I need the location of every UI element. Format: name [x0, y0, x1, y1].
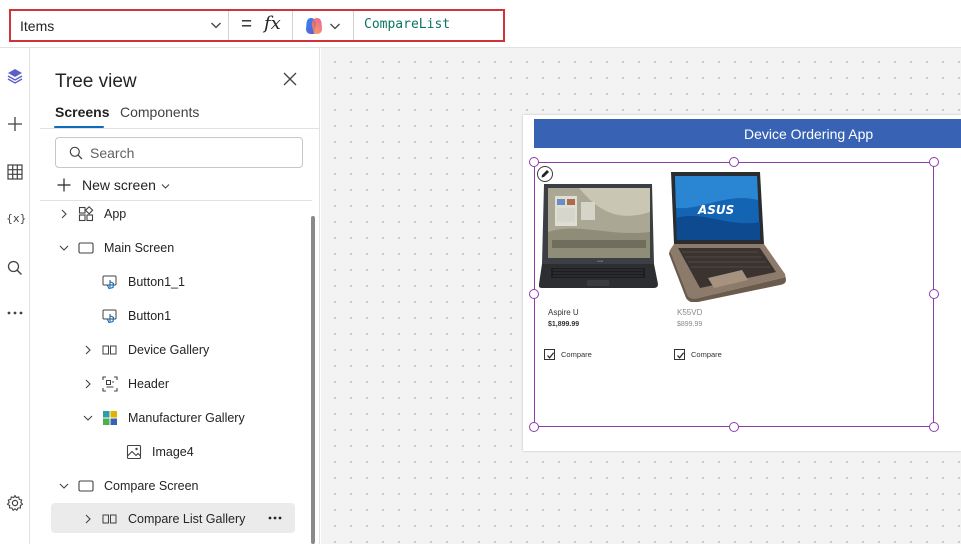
tree-node-label: Compare List Gallery	[128, 512, 246, 526]
new-screen-label: New screen	[82, 177, 156, 193]
chevron-down-icon	[211, 22, 221, 29]
plus-icon	[57, 178, 71, 192]
more-options-icon[interactable]	[268, 516, 282, 520]
gallery-icon	[102, 345, 117, 355]
button-icon	[102, 275, 117, 290]
plus-icon[interactable]	[5, 114, 25, 134]
scrollbar-thumb[interactable]	[311, 216, 315, 544]
tree-node-label: Button1	[128, 309, 172, 323]
colorful-gallery-icon	[103, 411, 117, 425]
chevron-right-icon[interactable]	[59, 209, 69, 219]
tree-node-button1-1[interactable]: Button1_1	[51, 267, 295, 297]
search-input[interactable]	[90, 143, 295, 162]
equals-sign: =	[241, 14, 253, 35]
chevron-down-icon[interactable]	[59, 243, 69, 253]
app-header[interactable]: Device Ordering App	[534, 119, 961, 148]
header-icon	[102, 376, 118, 392]
tree-node-label: Manufacturer Gallery	[128, 411, 245, 425]
chevron-down-icon	[161, 183, 170, 189]
resize-handle[interactable]	[729, 157, 739, 167]
chevron-down-icon[interactable]	[329, 20, 341, 32]
layers-icon[interactable]	[5, 66, 25, 86]
tree-node-main-screen[interactable]: Main Screen	[51, 233, 295, 263]
table-icon[interactable]	[5, 162, 25, 182]
tree-view-panel: Tree view Screens Components New screen …	[40, 48, 320, 544]
resize-handle[interactable]	[929, 422, 939, 432]
tree-node-label: Image4	[152, 445, 194, 459]
property-dropdown[interactable]: Items	[11, 11, 229, 40]
formula-bar: Items = fx CompareList	[0, 0, 961, 48]
screen-icon	[78, 242, 94, 254]
tab-screens[interactable]: Screens	[55, 104, 109, 120]
formula-input[interactable]: CompareList	[364, 17, 450, 32]
divider	[292, 11, 293, 40]
tree-node-label: Header	[128, 377, 169, 391]
gallery-icon	[102, 514, 117, 524]
new-screen-button[interactable]: New screen	[57, 176, 170, 194]
svg-text:{x}: {x}	[6, 212, 25, 225]
formula-bar-highlight: Items = fx CompareList	[9, 9, 505, 42]
close-icon[interactable]	[283, 72, 297, 86]
resize-handle[interactable]	[729, 422, 739, 432]
gallery-selection-frame[interactable]	[534, 162, 934, 427]
search-box[interactable]	[55, 137, 303, 168]
search-icon[interactable]	[5, 258, 25, 278]
tree-node-compare-screen[interactable]: Compare Screen	[51, 471, 295, 501]
app-icon	[78, 206, 94, 222]
tree-node-button1[interactable]: Button1	[51, 301, 295, 331]
resize-handle[interactable]	[529, 157, 539, 167]
search-icon	[69, 146, 83, 160]
screen-icon	[78, 480, 94, 492]
copilot-icon[interactable]	[305, 17, 323, 35]
tree-node-label: App	[104, 207, 127, 221]
edit-template-button[interactable]	[537, 166, 553, 182]
tree-node-label: Main Screen	[104, 241, 175, 255]
image-icon	[126, 444, 142, 460]
property-dropdown-value: Items	[20, 17, 55, 34]
tree-view-title: Tree view	[55, 71, 137, 92]
resize-handle[interactable]	[529, 289, 539, 299]
resize-handle[interactable]	[929, 157, 939, 167]
variables-icon[interactable]: {x}	[5, 208, 25, 228]
resize-handle[interactable]	[529, 422, 539, 432]
tree-node-device-gallery[interactable]: Device Gallery	[51, 335, 295, 365]
chevron-down-icon[interactable]	[83, 413, 93, 423]
tree-node-label: Compare Screen	[104, 479, 199, 493]
resize-handle[interactable]	[929, 289, 939, 299]
tree-node-header[interactable]: Header	[51, 369, 295, 399]
tree-node-image4[interactable]: Image4	[51, 437, 295, 467]
divider	[353, 11, 354, 40]
tree-node-label: Button1_1	[128, 275, 185, 289]
app-title: Device Ordering App	[744, 125, 874, 142]
tree-node-app[interactable]: App	[51, 199, 295, 229]
chevron-down-icon[interactable]	[59, 481, 69, 491]
pencil-icon	[541, 170, 549, 178]
tree-node-compare-list-gallery[interactable]: Compare List Gallery	[51, 503, 295, 533]
settings-icon[interactable]	[5, 493, 25, 513]
chevron-right-icon[interactable]	[83, 345, 93, 355]
fx-icon[interactable]: fx	[264, 13, 281, 34]
divider	[40, 128, 320, 129]
more-icon[interactable]	[5, 303, 25, 323]
tree-node-label: Device Gallery	[128, 343, 210, 357]
tree-node-manufacturer-gallery[interactable]: Manufacturer Gallery	[51, 403, 295, 433]
left-rail: {x}	[0, 48, 30, 544]
chevron-right-icon[interactable]	[83, 514, 93, 524]
button-icon	[102, 309, 117, 324]
chevron-right-icon[interactable]	[83, 379, 93, 389]
tab-components[interactable]: Components	[120, 104, 199, 120]
